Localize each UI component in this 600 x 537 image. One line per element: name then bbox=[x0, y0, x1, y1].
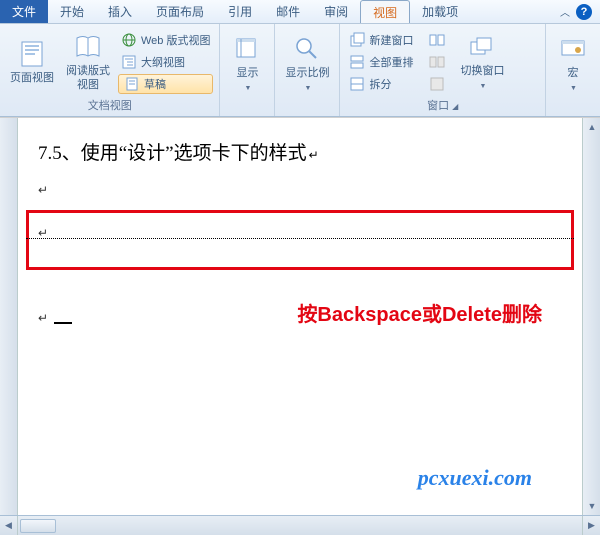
scroll-thumb[interactable] bbox=[20, 519, 56, 533]
reading-view-label: 阅读版式 视图 bbox=[66, 65, 110, 91]
sync-scroll-button[interactable] bbox=[426, 52, 448, 72]
group-window-label: 窗口◢ bbox=[346, 95, 539, 116]
dropdown-arrow-icon: ▼ bbox=[305, 85, 312, 92]
dropdown-arrow-icon: ▼ bbox=[480, 83, 487, 90]
group-doc-views-label: 文档视图 bbox=[6, 95, 213, 116]
side-by-side-icon bbox=[429, 32, 445, 48]
show-button[interactable]: 显示▼ bbox=[226, 28, 268, 99]
tab-references[interactable]: 引用 bbox=[216, 0, 264, 23]
vertical-ruler bbox=[0, 118, 18, 515]
show-label: 显示▼ bbox=[236, 67, 258, 93]
ribbon: 页面视图 阅读版式 视图 Web 版式视图 大纲视图 bbox=[0, 24, 600, 117]
macros-button[interactable]: 宏▼ bbox=[552, 28, 594, 99]
sync-scroll-icon bbox=[429, 54, 445, 70]
tab-page-layout[interactable]: 页面布局 bbox=[144, 0, 216, 23]
annotation-text: 按Backspace或Delete删除 bbox=[297, 298, 542, 327]
new-window-icon bbox=[349, 32, 365, 48]
document-content[interactable]: 7.5、使用“设计”选项卡下的样式↵ ↵ ↵ ↵ 按Backspace或Dele… bbox=[18, 118, 582, 515]
group-document-views: 页面视图 阅读版式 视图 Web 版式视图 大纲视图 bbox=[0, 24, 220, 116]
tab-review[interactable]: 审阅 bbox=[312, 0, 360, 23]
arrange-all-label: 全部重排 bbox=[369, 54, 413, 70]
web-view-icon bbox=[121, 32, 137, 48]
annotation-box bbox=[26, 210, 574, 270]
split-icon bbox=[349, 76, 365, 92]
arrange-all-icon bbox=[349, 54, 365, 70]
tab-insert[interactable]: 插入 bbox=[96, 0, 144, 23]
side-by-side-button[interactable] bbox=[426, 30, 448, 50]
switch-window-icon bbox=[466, 31, 498, 63]
scroll-left-icon[interactable]: ◀ bbox=[0, 516, 18, 535]
web-view-label: Web 版式视图 bbox=[141, 32, 210, 48]
reading-view-icon bbox=[72, 31, 104, 63]
heading-text: 7.5、使用“设计”选项卡下的样式↵ bbox=[38, 138, 562, 165]
arrange-all-button[interactable]: 全部重排 bbox=[346, 52, 416, 72]
text-cursor bbox=[54, 322, 72, 324]
vertical-scrollbar[interactable]: ▲ ▼ bbox=[582, 118, 600, 515]
new-window-button[interactable]: 新建窗口 bbox=[346, 30, 416, 50]
document-area: ▲ ▼ 7.5、使用“设计”选项卡下的样式↵ ↵ ↵ ↵ 按Backspace或… bbox=[0, 117, 600, 515]
tab-addins[interactable]: 加载项 bbox=[410, 0, 470, 23]
scroll-right-icon[interactable]: ▶ bbox=[582, 516, 600, 535]
web-view-button[interactable]: Web 版式视图 bbox=[118, 30, 213, 50]
page-view-icon bbox=[16, 38, 48, 70]
file-menu[interactable]: 文件 bbox=[0, 0, 48, 23]
scroll-down-icon[interactable]: ▼ bbox=[583, 497, 600, 515]
show-icon bbox=[231, 33, 263, 65]
reading-view-button[interactable]: 阅读版式 视图 bbox=[62, 28, 114, 95]
reset-window-button[interactable] bbox=[426, 74, 448, 94]
menu-bar: 文件 开始 插入 页面布局 引用 邮件 审阅 视图 加载项 ︿ ? bbox=[0, 0, 600, 24]
tab-mail[interactable]: 邮件 bbox=[264, 0, 312, 23]
new-window-label: 新建窗口 bbox=[369, 32, 413, 48]
reset-window-icon bbox=[429, 76, 445, 92]
paragraph-mark: ↵ bbox=[38, 183, 562, 198]
group-macros-label bbox=[552, 99, 594, 116]
group-show: 显示▼ bbox=[220, 24, 275, 116]
group-zoom-label bbox=[281, 99, 333, 116]
outline-view-button[interactable]: 大纲视图 bbox=[118, 52, 213, 72]
split-button[interactable]: 拆分 bbox=[346, 74, 416, 94]
split-label: 拆分 bbox=[369, 76, 391, 92]
group-macros: 宏▼ bbox=[546, 24, 600, 116]
group-show-label bbox=[226, 99, 268, 116]
switch-window-button[interactable]: 切换窗口▼ bbox=[456, 28, 508, 95]
macros-icon bbox=[557, 33, 589, 65]
zoom-button[interactable]: 显示比例▼ bbox=[281, 28, 333, 99]
collapse-ribbon-icon[interactable]: ︿ bbox=[560, 4, 570, 19]
draft-view-label: 草稿 bbox=[144, 76, 166, 92]
tab-view[interactable]: 视图 bbox=[360, 0, 410, 23]
outline-view-label: 大纲视图 bbox=[141, 54, 185, 70]
outline-view-icon bbox=[121, 54, 137, 70]
page-view-button[interactable]: 页面视图 bbox=[6, 28, 58, 95]
group-window: 新建窗口 全部重排 拆分 切换窗口▼ 窗口◢ bbox=[340, 24, 546, 116]
watermark-text: pcxuexi.com bbox=[418, 465, 532, 491]
dialog-launcher-icon[interactable]: ◢ bbox=[452, 102, 458, 111]
dotted-separator bbox=[26, 238, 574, 239]
draft-view-button[interactable]: 草稿 bbox=[118, 74, 213, 94]
zoom-icon bbox=[291, 33, 323, 65]
help-icon[interactable]: ? bbox=[576, 4, 592, 20]
page-view-label: 页面视图 bbox=[10, 72, 54, 85]
group-zoom: 显示比例▼ bbox=[275, 24, 340, 116]
horizontal-scrollbar[interactable]: ◀ ▶ bbox=[0, 515, 600, 535]
switch-window-label: 切换窗口▼ bbox=[460, 65, 504, 91]
zoom-label: 显示比例▼ bbox=[285, 67, 329, 93]
macros-label: 宏▼ bbox=[568, 67, 579, 93]
scroll-up-icon[interactable]: ▲ bbox=[583, 118, 600, 136]
tab-home[interactable]: 开始 bbox=[48, 0, 96, 23]
menu-right: ︿ ? bbox=[560, 4, 600, 20]
draft-view-icon bbox=[124, 76, 140, 92]
dropdown-arrow-icon: ▼ bbox=[245, 85, 252, 92]
dropdown-arrow-icon: ▼ bbox=[570, 85, 577, 92]
